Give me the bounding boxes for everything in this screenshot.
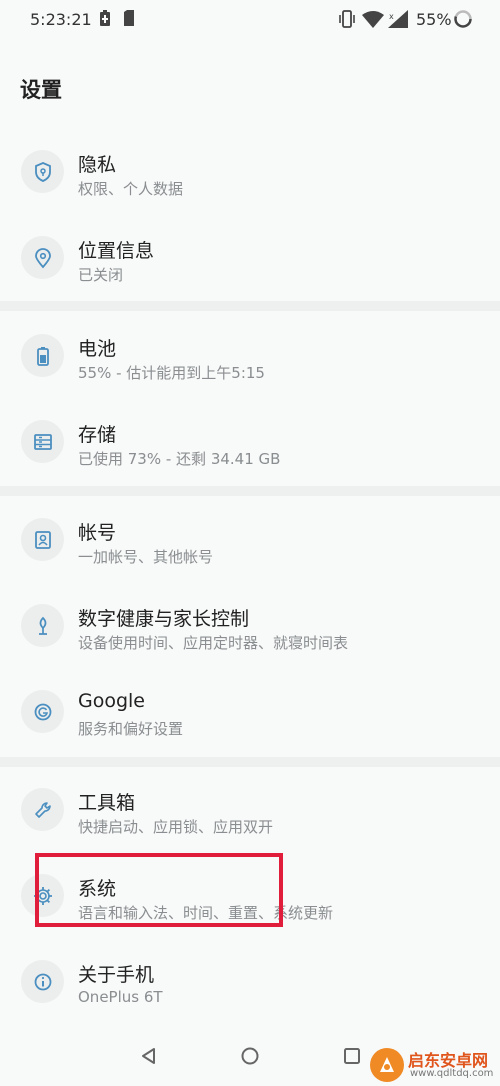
highlight-box <box>35 853 283 927</box>
item-title: 关于手机 <box>78 964 155 986</box>
svg-text:x: x <box>389 12 394 21</box>
battery-circle-icon <box>453 9 473 33</box>
status-bar: 5:23:21 x 55% <box>0 0 500 38</box>
item-subtitle: 服务和偏好设置 <box>78 720 184 738</box>
item-title: 存储 <box>78 424 117 446</box>
settings-item-google[interactable]: Google 服务和偏好设置 <box>0 670 500 756</box>
item-title: 隐私 <box>78 154 117 176</box>
account-icon <box>21 518 64 561</box>
item-subtitle: 权限、个人数据 <box>78 180 184 198</box>
battery-saver-icon <box>100 10 110 30</box>
settings-item-toolbox[interactable]: 工具箱 快捷启动、应用锁、应用双开 <box>0 768 500 854</box>
settings-item-location[interactable]: 位置信息 已关闭 <box>0 216 500 302</box>
item-subtitle: 已使用 73% - 还剩 34.41 GB <box>78 450 281 468</box>
section-divider <box>0 301 500 311</box>
settings-item-privacy[interactable]: 隐私 权限、个人数据 <box>0 130 500 216</box>
item-title: 位置信息 <box>78 240 155 262</box>
storage-icon <box>21 420 64 463</box>
settings-item-about-phone[interactable]: 关于手机 OnePlus 6T <box>0 940 500 1026</box>
digital-wellbeing-icon <box>21 604 64 647</box>
item-subtitle: 快捷启动、应用锁、应用双开 <box>78 818 274 836</box>
watermark-url: www.qdltdq.com <box>410 1068 494 1079</box>
item-title: Google <box>78 690 146 712</box>
item-title: 电池 <box>78 338 117 360</box>
section-divider <box>0 486 500 496</box>
page-title: 设置 <box>20 78 62 102</box>
battery-percent: 55% <box>416 10 452 29</box>
home-button[interactable] <box>238 1044 262 1068</box>
item-subtitle: 已关闭 <box>78 266 124 284</box>
settings-item-accounts[interactable]: 帐号 一加帐号、其他帐号 <box>0 498 500 584</box>
watermark-logo-icon <box>370 1048 404 1082</box>
vibrate-icon <box>338 10 356 32</box>
watermark: 启东安卓网 www.qdltdq.com <box>370 1046 500 1084</box>
settings-item-storage[interactable]: 存储 已使用 73% - 还剩 34.41 GB <box>0 400 500 486</box>
sim-card-icon <box>124 10 134 30</box>
location-pin-icon <box>21 236 64 279</box>
info-icon <box>21 960 64 1003</box>
signal-icon: x <box>388 10 408 32</box>
back-button[interactable] <box>137 1044 161 1068</box>
shield-icon <box>21 150 64 193</box>
item-subtitle: OnePlus 6T <box>78 988 163 1006</box>
settings-item-battery[interactable]: 电池 55% - 估计能用到上午5:15 <box>0 314 500 400</box>
settings-item-digital-wellbeing[interactable]: 数字健康与家长控制 设备使用时间、应用定时器、就寝时间表 <box>0 584 500 670</box>
item-title: 数字健康与家长控制 <box>78 608 250 630</box>
item-subtitle: 一加帐号、其他帐号 <box>78 548 214 566</box>
status-time: 5:23:21 <box>30 10 92 29</box>
battery-icon <box>21 334 64 377</box>
recents-button[interactable] <box>340 1044 364 1068</box>
google-icon <box>21 690 64 733</box>
item-title: 工具箱 <box>78 792 136 814</box>
item-subtitle: 55% - 估计能用到上午5:15 <box>78 364 265 382</box>
section-divider <box>0 757 500 767</box>
toolbox-icon <box>21 788 64 831</box>
wifi-icon <box>362 10 384 32</box>
item-title: 帐号 <box>78 522 117 544</box>
item-subtitle: 设备使用时间、应用定时器、就寝时间表 <box>78 634 349 652</box>
